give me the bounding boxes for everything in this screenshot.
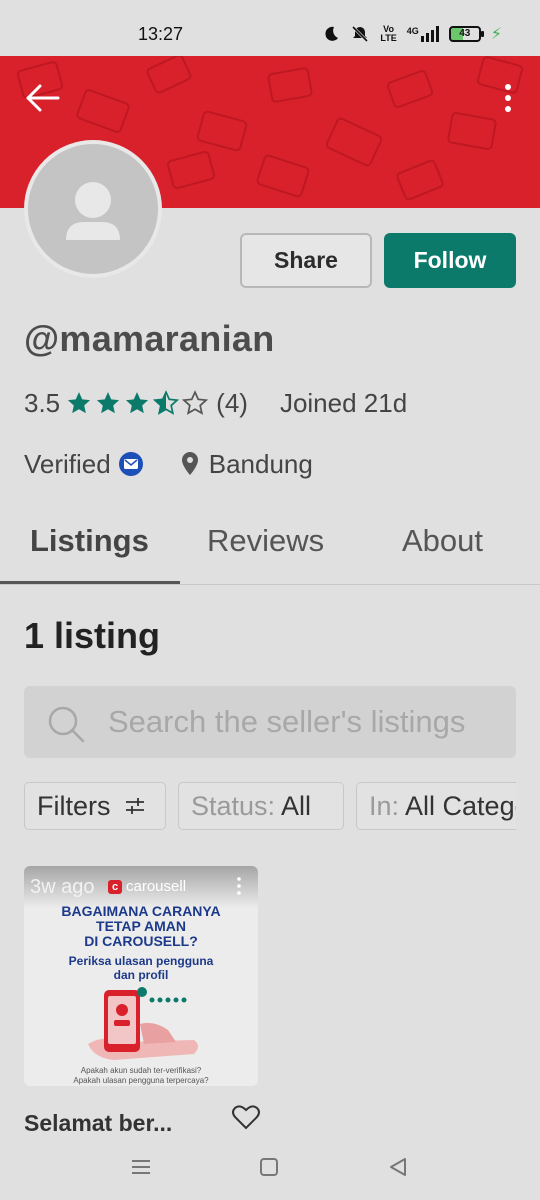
card-time: 3w ago [30, 876, 95, 898]
star-full-icon [126, 392, 149, 414]
listing-count: 1 listing [24, 615, 161, 656]
rating-value: 3.5 [24, 387, 61, 418]
carousell-logo: c carousell [108, 878, 186, 895]
email-verified-icon[interactable] [118, 452, 143, 476]
status-bar: 13:27 Vo LTE 4G 43 ⚡ [0, 0, 540, 56]
recent-apps-icon[interactable] [130, 1158, 152, 1176]
active-tab-indicator [0, 581, 180, 584]
profile-tabs: Listings Reviews About [0, 505, 540, 585]
username: @mamaranian [24, 318, 275, 359]
share-button[interactable]: Share [240, 233, 372, 288]
filter-chips: Filters Status: All In: All Categories [24, 782, 516, 830]
card-footnote: Apakah akun sudah ter-verifikasi? Apakah … [73, 1066, 209, 1085]
back-triangle-icon[interactable] [388, 1157, 408, 1177]
status-time: 13:27 [138, 24, 184, 44]
star-full-icon [97, 392, 120, 414]
rating-stars [66, 390, 209, 416]
status-filter[interactable]: Status: All [178, 782, 344, 830]
moon-icon [325, 26, 339, 41]
system-nav-bar [0, 1140, 540, 1200]
card-headline: BAGAIMANA CARANYA TETAP AMAN DI CAROUSELL? [61, 903, 221, 949]
listing-card-image[interactable]: BAGAIMANA CARANYA TETAP AMAN DI CAROUSELL?… [24, 866, 258, 1086]
follow-button[interactable]: Follow [384, 233, 516, 288]
rating-row: 3.5 (4) Joined 21d [24, 386, 407, 420]
search-icon [48, 706, 85, 743]
star-full-icon [68, 392, 91, 414]
heart-icon[interactable] [232, 1104, 260, 1130]
review-count[interactable]: (4) [216, 388, 248, 419]
more-options-icon[interactable] [502, 82, 514, 114]
location: Bandung [179, 449, 313, 480]
joined-date: Joined 21d [279, 387, 408, 418]
status-icons: Vo LTE 4G 43 ⚡ [322, 24, 502, 44]
verified-row: Verified Bandung [24, 447, 313, 481]
search-input[interactable] [108, 686, 516, 758]
home-icon[interactable] [259, 1157, 279, 1177]
user-icon [66, 182, 120, 240]
phone-illustration [88, 987, 198, 1060]
category-filter[interactable]: In: All Categories [356, 782, 516, 830]
signal-icon: 4G [407, 26, 439, 42]
charging-icon: ⚡ [490, 26, 502, 43]
avatar [24, 140, 162, 278]
location-pin-icon [181, 452, 198, 475]
verified-label: Verified [24, 448, 111, 479]
sliders-icon [125, 798, 144, 814]
tab-listings[interactable]: Listings [30, 523, 149, 559]
star-empty-icon [182, 390, 209, 415]
location-label: Bandung [208, 448, 313, 479]
listing-search [24, 686, 516, 758]
star-half-icon [153, 390, 180, 415]
card-more-icon[interactable] [236, 876, 242, 896]
filters-button[interactable]: Filters [24, 782, 166, 830]
battery-icon: 43 [448, 26, 484, 42]
carousell-logo-icon: c [108, 879, 122, 894]
volte-indicator: Vo LTE [380, 24, 397, 43]
card-subheadline: Periksa ulasan pengguna dan profil [68, 954, 214, 982]
tab-about[interactable]: About [402, 523, 483, 559]
mute-bell-icon [352, 25, 369, 43]
listing-title[interactable]: Selamat ber... [24, 1110, 172, 1137]
tab-reviews[interactable]: Reviews [207, 523, 324, 559]
back-arrow-icon[interactable] [22, 82, 62, 114]
